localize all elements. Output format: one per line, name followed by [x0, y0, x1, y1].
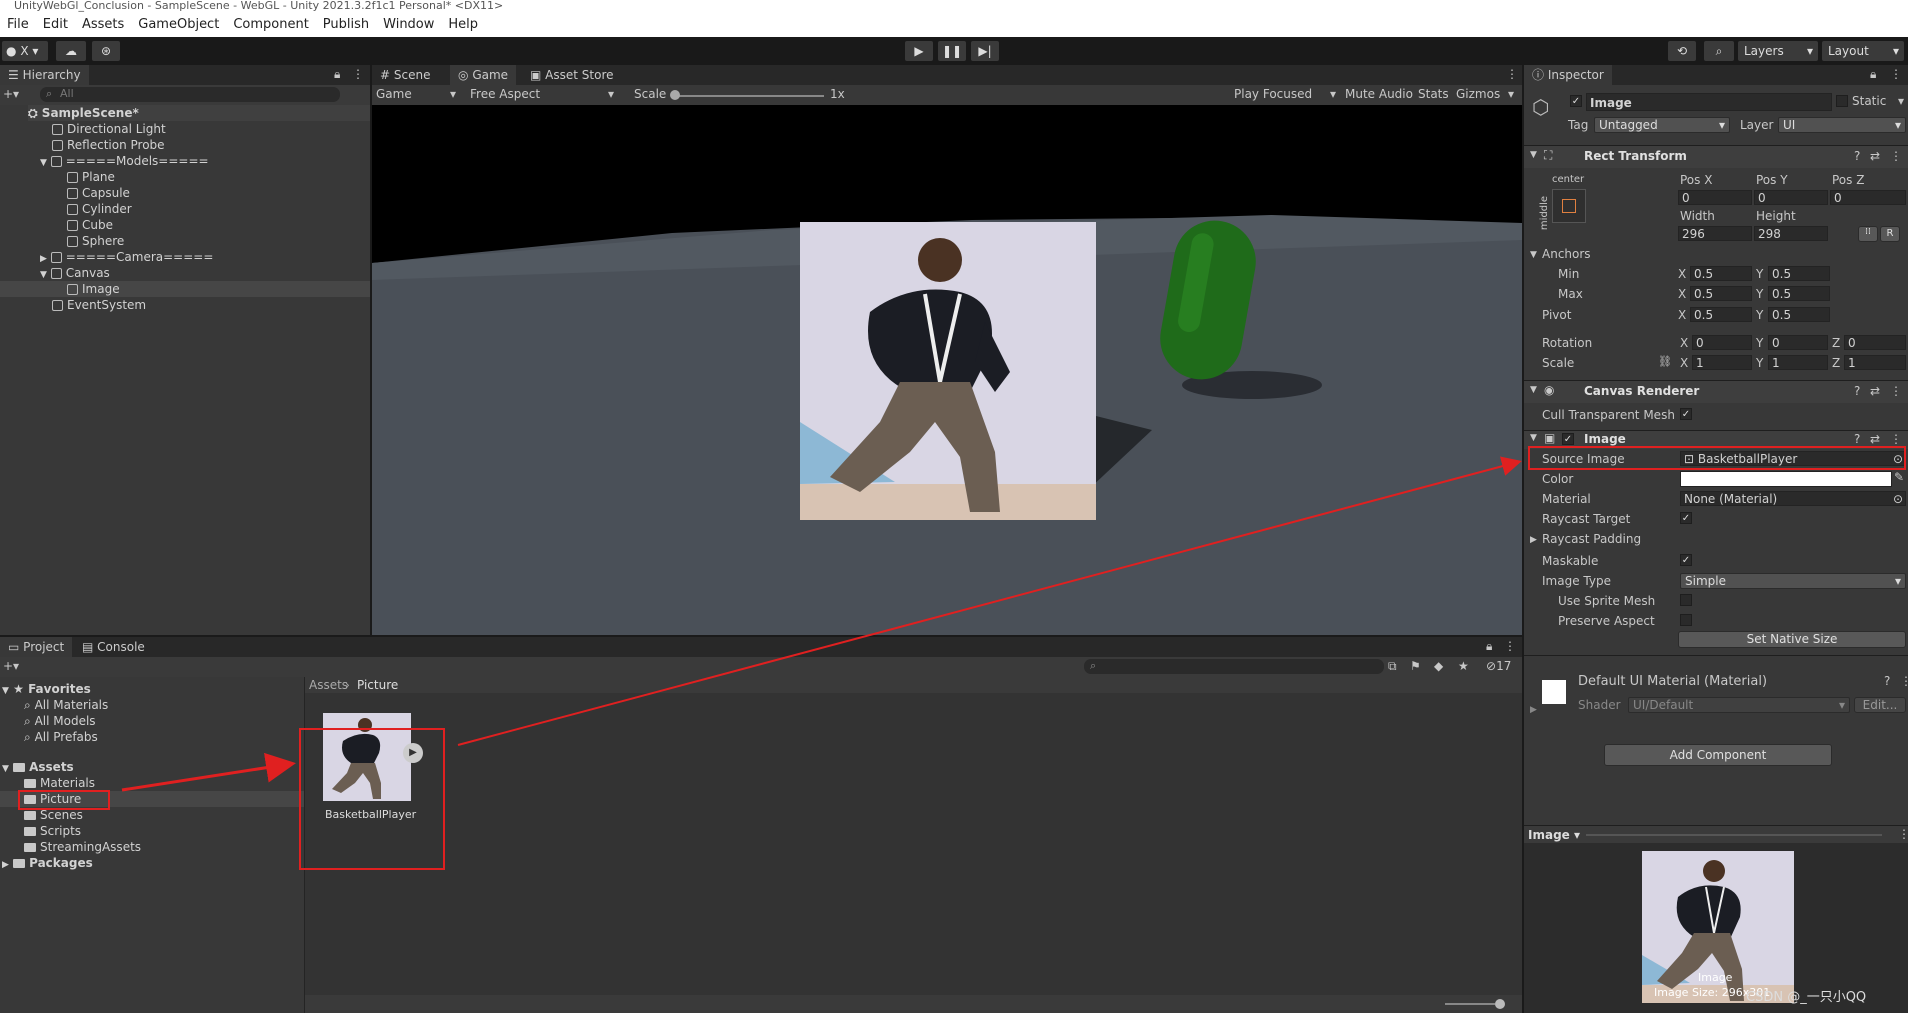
- arrow-asset-to-source-image: [457, 456, 1522, 746]
- arrow-folder-to-asset: [121, 752, 296, 792]
- annotation-arrows: [121, 456, 1522, 792]
